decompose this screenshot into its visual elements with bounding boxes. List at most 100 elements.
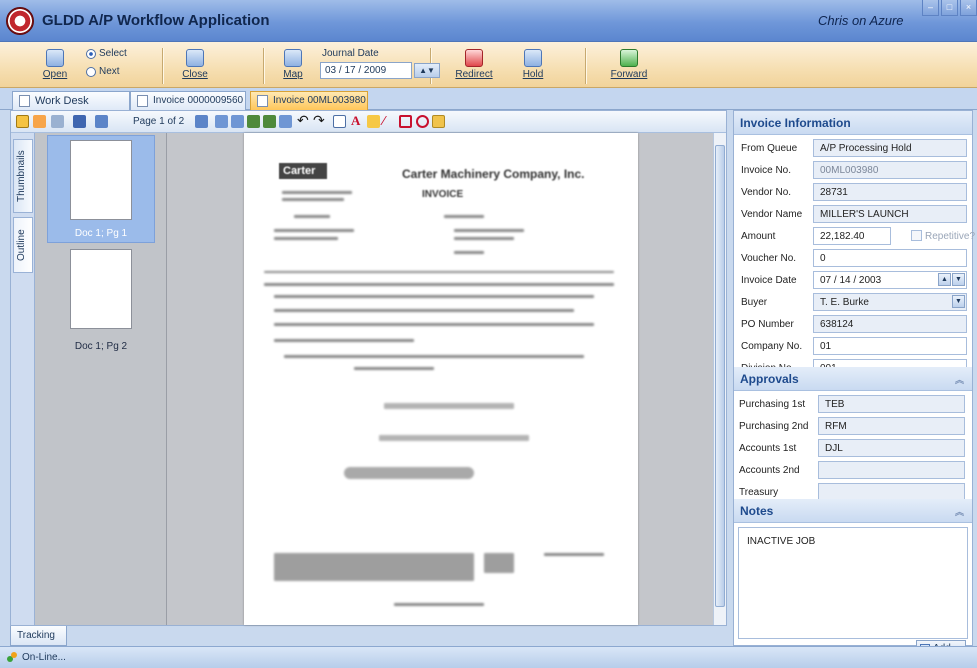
select-radio[interactable]: Select (86, 48, 127, 59)
status-bar: On-Line... (0, 646, 977, 668)
zoom-fit-icon[interactable] (279, 115, 292, 128)
notes-textarea[interactable]: INACTIVE JOB (738, 527, 968, 639)
tab-invoice-0000009560[interactable]: Invoice 0000009560 (130, 91, 246, 110)
vendor-logo: Carter (279, 163, 327, 179)
map-icon (284, 49, 302, 67)
invoice-date-dropdown-icon[interactable]: ▼ (952, 273, 965, 286)
maximize-icon[interactable]: □ (941, 0, 958, 16)
radio-checked-icon (86, 48, 96, 59)
zoom-in-icon[interactable] (247, 115, 260, 128)
collapse-chevron-icon[interactable]: ︽ (955, 373, 964, 386)
field-from-queue: From Queue A/P Processing Hold (741, 139, 969, 158)
vendor-name-field: MILLER'S LAUNCH (813, 205, 967, 223)
rotate-left-icon[interactable]: ↶ (297, 113, 310, 128)
ribbon-toolbar: Open Select Next Close Map Redirect Hold… (0, 42, 977, 88)
tab-outline[interactable]: Outline (13, 217, 33, 273)
note-annotation-icon[interactable] (333, 115, 346, 128)
approval-row: Accounts 2nd (739, 461, 967, 480)
po-number-field: 638124 (813, 315, 967, 333)
radio-unchecked-icon (86, 66, 96, 77)
repetitive-checkbox[interactable] (911, 230, 922, 241)
field-invoice-no: Invoice No. 00ML003980 (741, 161, 969, 180)
purchasing-2nd-field: RFM (818, 417, 965, 435)
fit-height-icon[interactable] (215, 115, 228, 128)
invoice-page[interactable]: Carter Carter Machinery Company, Inc. IN… (244, 133, 638, 625)
document-scrollbar[interactable] (713, 133, 726, 625)
text-annotation-icon[interactable]: A (351, 114, 364, 128)
stamp-tool-icon[interactable] (432, 115, 445, 128)
tab-work-desk[interactable]: Work Desk (12, 91, 130, 110)
pointer-tool-icon[interactable] (16, 115, 29, 128)
document-company-header: Carter Machinery Company, Inc. (402, 167, 585, 181)
repetitive-label: Repetitive? (925, 231, 976, 242)
user-name: Chris on Azure (818, 13, 904, 28)
invoice-details-panel: Invoice Information From Queue A/P Proces… (733, 110, 975, 656)
tab-invoice-00ml003980[interactable]: Invoice 00ML003980 (250, 91, 368, 110)
amount-input[interactable]: 22,182.40 (813, 227, 891, 245)
close-document-icon (186, 49, 204, 67)
redirect-icon (465, 49, 483, 67)
thumbnail-page-1[interactable]: Doc 1; Pg 1 (47, 135, 155, 243)
journal-date-spinner[interactable]: ▲▼ (414, 63, 440, 78)
next-radio[interactable]: Next (86, 66, 120, 77)
rectangle-tool-icon[interactable] (399, 115, 412, 128)
fit-width-icon[interactable] (231, 115, 244, 128)
buyer-dropdown-icon[interactable]: ▼ (952, 295, 965, 308)
field-company-no: Company No. 01 (741, 337, 969, 356)
vendor-no-field: 28731 (813, 183, 967, 201)
hold-icon (524, 49, 542, 67)
field-amount: Amount 22,182.40 Repetitive? (741, 227, 975, 246)
document-viewer: Page 1 of 2 ↶ ↷ A ⁄ Thumbnails Outline D… (10, 110, 727, 626)
minimize-icon[interactable]: – (922, 0, 939, 16)
document-tabs: Work Desk Invoice 0000009560 Invoice 00M… (0, 88, 977, 110)
approvals-form: Purchasing 1st TEB Purchasing 2nd RFM Acco… (734, 390, 972, 501)
invoice-date-spinner-icon[interactable]: ▲ (938, 273, 951, 286)
journal-date-input[interactable]: 03 / 17 / 2009 (320, 62, 412, 79)
field-vendor-no: Vendor No. 28731 (741, 183, 969, 202)
highlight-icon[interactable] (367, 115, 380, 128)
collapse-chevron-icon[interactable]: ︽ (955, 505, 964, 518)
voucher-no-input[interactable]: 0 (813, 249, 967, 267)
open-folder-icon (46, 49, 64, 67)
close-window-icon[interactable]: × (960, 0, 977, 16)
ellipse-tool-icon[interactable] (416, 115, 429, 128)
online-status-icon (7, 652, 17, 662)
app-title: GLDD A/P Workflow Application (42, 12, 270, 29)
tab-thumbnails[interactable]: Thumbnails (13, 139, 33, 213)
thumbnail-page-2[interactable]: Doc 1; Pg 2 (47, 247, 155, 355)
page-thumbnail (70, 140, 132, 220)
field-buyer: Buyer T. E. Burke ▼ (741, 293, 969, 312)
app-logo-icon[interactable] (6, 7, 34, 35)
document-icon (137, 95, 148, 107)
approvals-header[interactable]: Approvals ︽ (734, 367, 972, 391)
invoice-information-header: Invoice Information (734, 111, 972, 135)
map-button[interactable]: Map (278, 46, 308, 86)
print-icon[interactable] (51, 115, 64, 128)
save-icon[interactable] (73, 115, 86, 128)
field-voucher-no: Voucher No. 0 (741, 249, 969, 268)
page-indicator: Page 1 of 2 (133, 116, 185, 127)
line-tool-icon[interactable]: ⁄ (383, 114, 396, 128)
zoom-out-icon[interactable] (263, 115, 276, 128)
invoice-information-form: From Queue A/P Processing Hold Invoice No… (734, 135, 975, 377)
pan-tool-icon[interactable] (33, 115, 46, 128)
hold-button[interactable]: Hold (517, 46, 549, 86)
document-icon (257, 95, 268, 107)
viewer-toolbar: Page 1 of 2 ↶ ↷ A ⁄ (11, 111, 726, 133)
notes-header[interactable]: Notes ︽ (734, 499, 972, 523)
approval-row: Purchasing 1st TEB (739, 395, 967, 414)
rotate-right-icon[interactable]: ↷ (313, 113, 326, 128)
close-button[interactable]: Close (178, 46, 212, 86)
next-page-icon[interactable] (195, 115, 208, 128)
scrollbar-thumb[interactable] (715, 145, 725, 607)
tracking-tab[interactable]: Tracking (10, 626, 67, 646)
buyer-select[interactable]: T. E. Burke (813, 293, 967, 311)
forward-button[interactable]: Forward (608, 46, 650, 86)
redirect-button[interactable]: Redirect (452, 46, 496, 86)
first-page-icon[interactable] (95, 115, 108, 128)
viewer-side-tabs: Thumbnails Outline (11, 133, 35, 625)
company-no-input[interactable]: 01 (813, 337, 967, 355)
purchasing-1st-field: TEB (818, 395, 965, 413)
open-button[interactable]: Open (40, 46, 70, 86)
forward-icon (620, 49, 638, 67)
